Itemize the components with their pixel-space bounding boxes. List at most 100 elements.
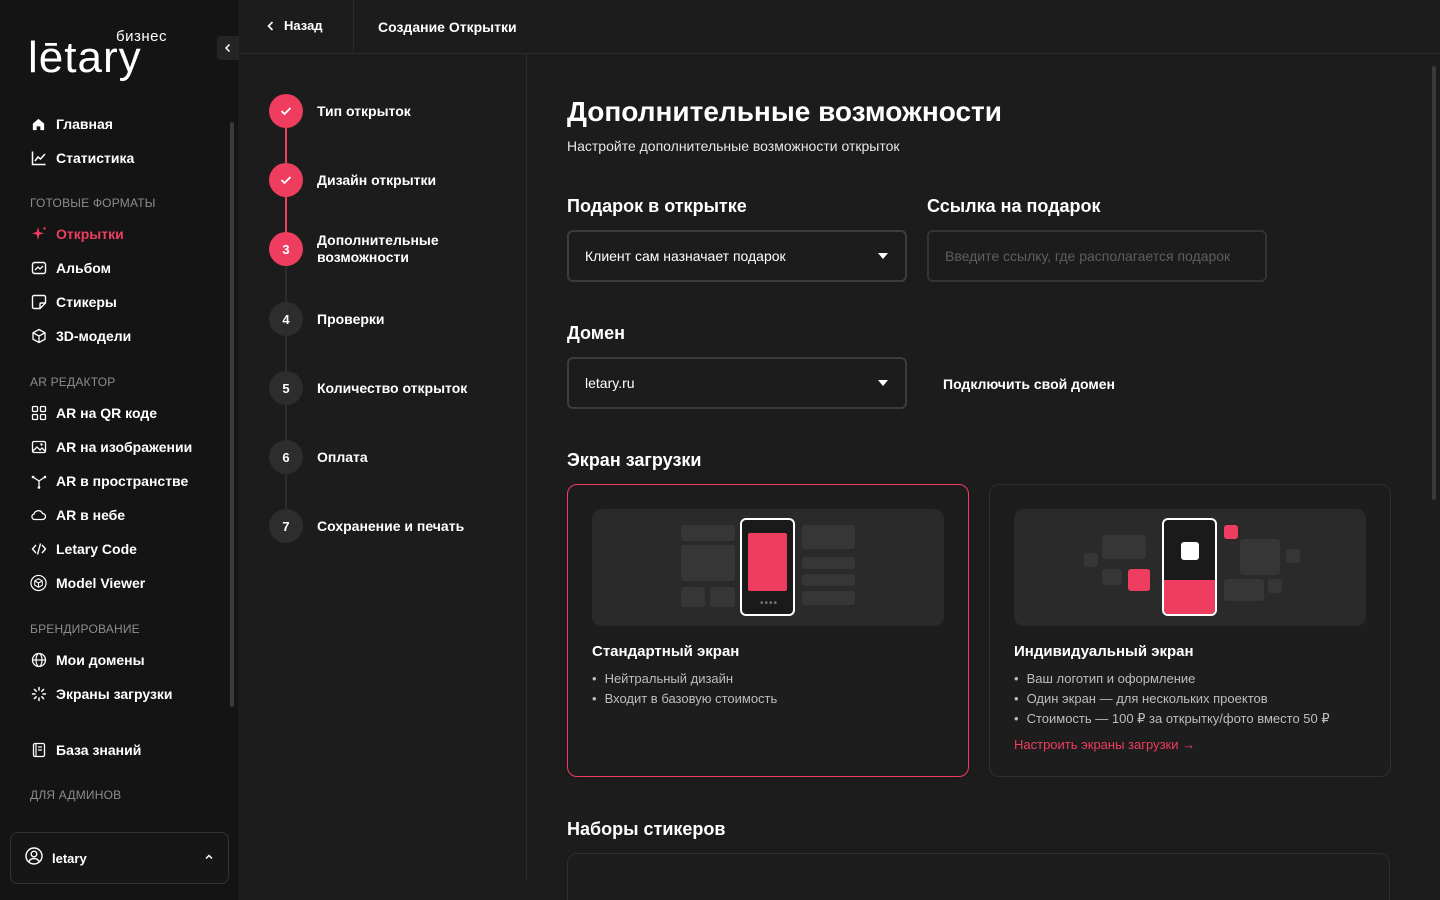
sidebar-item-label: AR на QR коде xyxy=(56,405,157,421)
sidebar-item-ar-sky[interactable]: AR в небе xyxy=(30,503,125,527)
back-label: Назад xyxy=(284,18,323,33)
topbar: Назад Создание Открытки xyxy=(238,0,1440,54)
step-label: Проверки xyxy=(317,310,385,327)
step-checks[interactable]: 4 Проверки xyxy=(269,302,487,336)
sidebar-section-branding: БРЕНДИРОВАНИЕ xyxy=(30,622,140,636)
domain-select-value: letary.ru xyxy=(585,375,635,391)
sidebar-item-letary-code[interactable]: Letary Code xyxy=(30,537,137,561)
card-title: Стандартный экран xyxy=(592,643,740,660)
sidebar-scrollbar[interactable] xyxy=(230,122,234,707)
sidebar-item-home[interactable]: Главная xyxy=(30,112,113,136)
step-quantity[interactable]: 5 Количество открыток xyxy=(269,371,487,405)
logo-wordmark: lētary xyxy=(28,33,142,82)
sidebar-item-label: Мои домены xyxy=(56,652,145,668)
sidebar-item-statistics[interactable]: Статистика xyxy=(30,146,134,170)
placeholder-block xyxy=(681,587,705,607)
dots-icon: •••• xyxy=(760,598,779,609)
sidebar-item-model-viewer[interactable]: Model Viewer xyxy=(30,571,145,595)
sidebar-item-album[interactable]: Альбом xyxy=(30,256,111,280)
step-design[interactable]: Дизайн открытки xyxy=(269,163,487,197)
card-bullet: Стоимость — 100 ₽ за открытку/фото вмест… xyxy=(1014,709,1330,729)
chart-line-icon xyxy=(30,150,47,167)
gift-link-input[interactable]: Введите ссылку, где располагается подаро… xyxy=(927,230,1267,282)
placeholder-block xyxy=(1268,579,1282,593)
connect-domain-link[interactable]: Подключить свой домен xyxy=(943,376,1115,392)
sidebar-item-label: Model Viewer xyxy=(56,575,146,591)
step-type[interactable]: Тип открыток xyxy=(269,94,487,128)
configure-loading-screens-link[interactable]: Настроить экраны загрузки → xyxy=(1014,737,1195,752)
step-label: Сохранение и печать xyxy=(317,517,465,534)
sidebar-item-knowledge-base[interactable]: База знаний xyxy=(30,738,141,762)
sparkle-icon xyxy=(30,226,47,243)
caret-down-icon xyxy=(878,380,888,386)
sidebar-item-label: Статистика xyxy=(56,150,135,166)
collapse-sidebar-button[interactable] xyxy=(217,36,239,60)
step-label: Оплата xyxy=(317,448,368,465)
account-switcher[interactable]: letary xyxy=(10,832,229,884)
sidebar: бизнес lētary Главная Статистика ГОТОВЫЕ… xyxy=(0,0,239,900)
accent-block xyxy=(1224,525,1238,539)
sidebar-item-ar-space[interactable]: AR в пространстве xyxy=(30,469,188,493)
phone-mockup xyxy=(1162,518,1217,616)
sidebar-item-postcards[interactable]: Открытки xyxy=(30,222,124,246)
sidebar-item-label: Главная xyxy=(56,116,113,132)
check-icon xyxy=(280,176,292,185)
main-scrollbar[interactable] xyxy=(1432,66,1436,500)
step-number: 4 xyxy=(269,302,303,336)
sidebar-section-ar: AR РЕДАКТОР xyxy=(30,375,116,389)
step-payment[interactable]: 6 Оплата xyxy=(269,440,487,474)
user-circle-icon xyxy=(25,846,43,870)
domain-heading: Домен xyxy=(567,323,625,343)
card-bullets: Ваш логотип и оформление Один экран — дл… xyxy=(1014,669,1330,729)
sticker-sets-panel[interactable] xyxy=(567,853,1390,900)
sidebar-item-ar-qr[interactable]: AR на QR коде xyxy=(30,401,157,425)
sidebar-item-stickers[interactable]: Стикеры xyxy=(30,290,117,314)
wizard-steps: Тип открыток Дизайн открытки 3 Дополните… xyxy=(238,54,527,880)
step-done-marker xyxy=(269,94,303,128)
logo[interactable]: бизнес lētary xyxy=(28,26,178,86)
sidebar-item-label: AR на изображении xyxy=(56,439,193,455)
sidebar-item-my-domains[interactable]: Мои домены xyxy=(30,648,145,672)
gift-link-heading: Ссылка на подарок xyxy=(927,196,1101,216)
caret-down-icon xyxy=(878,253,888,259)
sidebar-item-3d-models[interactable]: 3D-модели xyxy=(30,324,131,348)
phone-screen xyxy=(748,533,787,591)
sidebar-item-label: AR в небе xyxy=(56,507,126,523)
sidebar-item-label: Стикеры xyxy=(56,294,117,310)
loading-option-standard[interactable]: •••• Стандартный экран Нейтральный дизай… xyxy=(567,484,969,777)
step-number: 3 xyxy=(269,232,303,266)
album-icon xyxy=(30,260,47,277)
custom-preview-illustration xyxy=(1014,509,1366,626)
phone-mockup: •••• xyxy=(740,518,795,616)
placeholder-block xyxy=(802,557,855,569)
divider xyxy=(353,0,354,54)
step-save-print[interactable]: 7 Сохранение и печать xyxy=(269,509,487,543)
back-button[interactable]: Назад xyxy=(266,18,323,33)
accent-block xyxy=(1128,569,1150,591)
domain-select[interactable]: letary.ru xyxy=(567,357,907,409)
gift-select[interactable]: Клиент сам назначает подарок xyxy=(567,230,907,282)
placeholder-block xyxy=(681,545,735,581)
sidebar-item-label: Экраны загрузки xyxy=(56,686,173,702)
loading-heading: Экран загрузки xyxy=(567,450,702,470)
phone-screen xyxy=(1164,580,1215,614)
sidebar-item-label: База знаний xyxy=(56,742,142,758)
image-icon xyxy=(30,439,47,456)
placeholder-block xyxy=(802,591,855,605)
card-bullet: Один экран — для нескольких проектов xyxy=(1014,689,1330,709)
section-title: Дополнительные возможности xyxy=(567,96,1002,127)
step-extras[interactable]: 3 Дополнительные возможности xyxy=(269,232,487,266)
sidebar-item-loading-screens[interactable]: Экраны загрузки xyxy=(30,682,173,706)
step-label: Дополнительные возможности xyxy=(317,232,439,265)
placeholder-block xyxy=(1102,569,1122,585)
stickers-heading: Наборы стикеров xyxy=(567,819,726,839)
home-icon xyxy=(30,116,47,133)
placeholder-block xyxy=(1102,535,1146,559)
loading-option-custom[interactable]: Индивидуальный экран Ваш логотип и оформ… xyxy=(989,484,1391,777)
brand-logo-icon xyxy=(1181,542,1199,560)
sidebar-section-admins: ДЛЯ АДМИНОВ xyxy=(30,788,122,802)
sidebar-section-ready: ГОТОВЫЕ ФОРМАТЫ xyxy=(30,196,156,210)
sidebar-item-label: Открытки xyxy=(56,226,124,242)
sidebar-item-ar-image[interactable]: AR на изображении xyxy=(30,435,192,459)
page-title: Создание Открытки xyxy=(378,19,517,35)
